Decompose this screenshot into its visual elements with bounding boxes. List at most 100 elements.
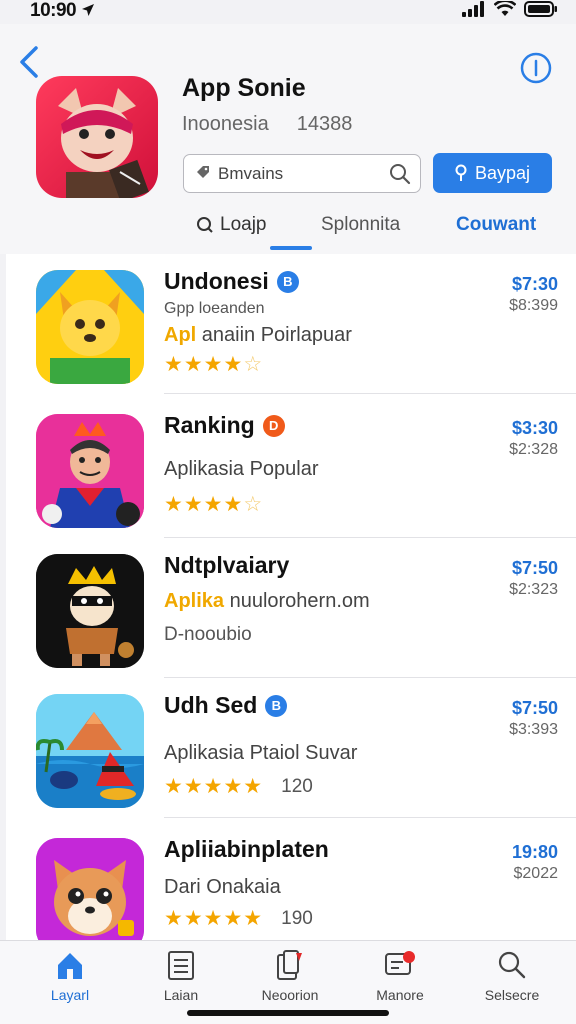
price-main: $7:30 <box>511 274 558 294</box>
list-item[interactable]: Undonesi B Gpp loeanden Apl anaiin Poirl… <box>6 254 576 394</box>
price[interactable]: $7:30 $8:399 <box>509 274 558 315</box>
app-hero-icon <box>36 76 158 198</box>
pin-icon <box>455 164 467 181</box>
list-icon <box>168 951 194 980</box>
price-main: $3:30 <box>511 418 558 438</box>
app-count: 14388 <box>296 113 353 135</box>
tab-label: Manore <box>376 987 424 1003</box>
app-icon <box>36 414 144 528</box>
rating-stars: ★★★★ ☆ <box>164 353 264 376</box>
category-highlight: Aplika <box>164 590 225 612</box>
price-sub: $8:399 <box>509 297 558 314</box>
warrior-mascot-icon <box>36 414 144 528</box>
tag-icon <box>197 166 209 178</box>
search-icon[interactable] <box>389 163 411 185</box>
fox-mascot-icon <box>58 88 149 198</box>
rank-badge: D <box>262 414 285 437</box>
tab-label: Laian <box>163 987 199 1003</box>
app-title-text: Ndtplvaiary <box>164 552 290 578</box>
dog-mascot-icon <box>36 270 144 384</box>
category-highlight: Apl <box>164 324 197 346</box>
status-time: 10:90 <box>30 0 95 22</box>
app-icon <box>36 270 144 384</box>
price-sub: $2:323 <box>509 581 558 598</box>
shiba-mascot-icon <box>36 838 144 940</box>
divider <box>164 817 576 818</box>
home-icon <box>58 953 82 979</box>
battery-icon <box>524 1 557 17</box>
app-title-text: Udh Sed <box>164 692 258 718</box>
app-category: Dari Onakaia <box>164 876 281 898</box>
price[interactable]: $7:50 $3:393 <box>509 698 558 739</box>
tab-indicator <box>270 246 312 250</box>
tab-label: Layarl <box>50 987 90 1003</box>
app-icon <box>36 838 144 940</box>
tab-notification[interactable]: Neoorion <box>240 949 340 1003</box>
category-text: anaiin Poirlapuar <box>196 324 352 346</box>
status-icons <box>462 1 558 17</box>
app-title-text: Apliiabinplaten <box>164 836 329 862</box>
app-title-text: Ranking <box>164 412 255 438</box>
app-developer: Gpp loeanden <box>164 300 265 317</box>
status-bar: 10:90 <box>0 0 576 24</box>
app-list: Undonesi B Gpp loeanden Apl anaiin Poirl… <box>6 254 576 940</box>
rating-stars: ★★★★ ☆ <box>164 493 264 516</box>
message-icon <box>385 951 415 975</box>
tab-message[interactable]: Manore <box>350 949 450 1003</box>
tab-search[interactable]: Selsecre <box>462 949 562 1003</box>
price-main: $7:50 <box>511 558 558 578</box>
info-icon <box>520 52 552 84</box>
tab-label: Loajp <box>220 214 267 235</box>
tab-loajp[interactable]: Loajp <box>196 214 267 236</box>
price[interactable]: 19:80 $2022 <box>512 842 558 883</box>
search-icon <box>197 217 213 233</box>
verified-badge: B <box>265 694 288 717</box>
price[interactable]: $7:50 $2:323 <box>509 558 558 599</box>
location-arrow-icon <box>81 4 94 16</box>
price-sub: $3:393 <box>509 721 558 738</box>
app-subtitle: Inoonesia 14388 <box>182 113 352 136</box>
app-link[interactable]: D-nooubio <box>164 624 252 646</box>
tab-label: Selsecre <box>484 987 540 1003</box>
price-main: $7:50 <box>511 698 558 718</box>
list-item[interactable]: Ranking D Aplikasia Popular ★★★★ ☆ $3:30 … <box>6 398 576 538</box>
price-sub: $2:328 <box>509 441 558 458</box>
chevron-left-icon <box>20 46 38 78</box>
tab-list[interactable]: Laian <box>131 949 231 1003</box>
app-icon <box>36 694 144 808</box>
rating-stars: ★★★★★ 190 <box>164 907 313 930</box>
clock: 10:90 <box>30 0 77 21</box>
info-button[interactable] <box>520 52 552 84</box>
half-star-icon: ☆ <box>243 493 264 516</box>
ninja-mascot-icon <box>36 554 144 668</box>
list-item[interactable]: Apliiabinplaten Dari Onakaia ★★★★★ 190 19… <box>6 822 576 940</box>
rating-stars: ★★★★★ 120 <box>164 775 313 798</box>
app-name: Undonesi B <box>164 268 299 295</box>
app-category: Apl anaiin Poirlapuar <box>164 324 352 347</box>
app-name: Udh Sed B <box>164 692 288 719</box>
search-input[interactable]: Bmvains <box>218 164 283 184</box>
search-button[interactable]: Baypaj <box>433 153 552 193</box>
category-text: nuulorohern.om <box>224 590 370 612</box>
search-button-label: Baypaj <box>474 162 531 183</box>
tab-splonnita[interactable]: Splonnita <box>321 214 400 236</box>
back-button[interactable] <box>16 44 44 80</box>
home-indicator <box>187 1010 389 1016</box>
list-item[interactable]: Udh Sed B Aplikasia Ptaiol Suvar ★★★★★ 12… <box>6 678 576 818</box>
wifi-icon <box>494 1 516 16</box>
rating-count: 190 <box>281 907 313 929</box>
price[interactable]: $3:30 $2:328 <box>509 418 558 459</box>
price-sub: $2022 <box>513 865 559 882</box>
app-title-text: Undonesi <box>164 268 269 294</box>
app-icon <box>36 554 144 668</box>
tab-home[interactable]: Layarl <box>20 949 120 1003</box>
verified-badge: B <box>276 270 299 293</box>
region-label: Inoonesia <box>182 113 269 135</box>
signal-icon <box>462 1 484 17</box>
tab-label: Neoorion <box>261 987 319 1003</box>
app-name: Apliiabinplaten <box>164 836 329 863</box>
tab-couwant[interactable]: Couwant <box>456 214 536 236</box>
search-field[interactable]: Bmvains <box>183 154 421 193</box>
notification-icon <box>277 950 302 980</box>
list-item[interactable]: Ndtplvaiary Aplika nuulorohern.om D-noou… <box>6 538 576 678</box>
